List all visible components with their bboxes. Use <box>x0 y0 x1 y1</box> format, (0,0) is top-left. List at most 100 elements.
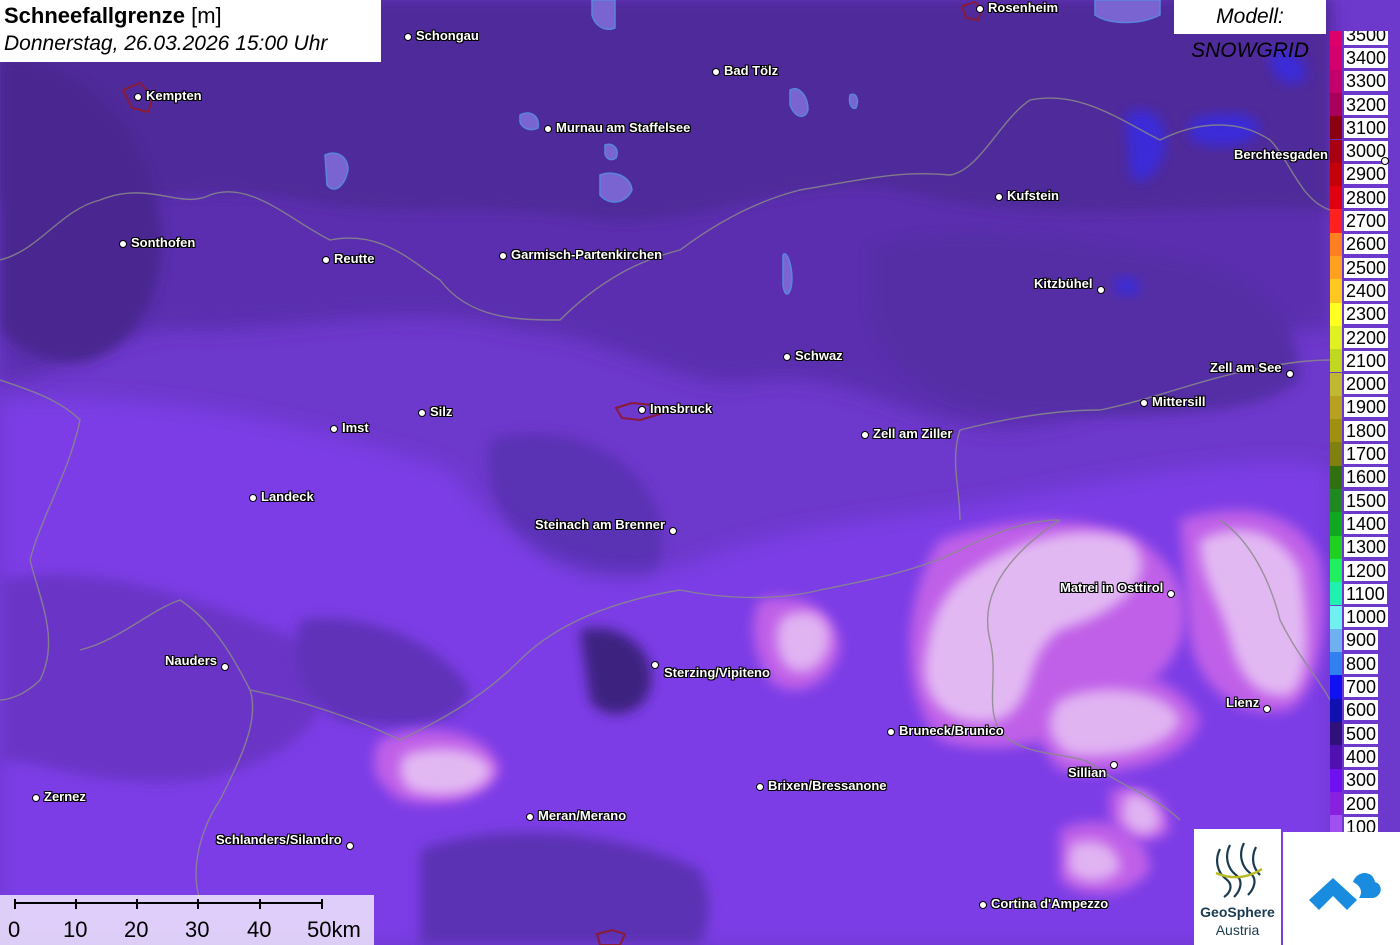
scale-tick: 40 <box>247 917 272 942</box>
legend-entry: 1600 <box>1328 465 1400 489</box>
city-label: Kufstein <box>1007 188 1059 203</box>
legend-swatch <box>1330 92 1342 117</box>
legend-entry: 1400 <box>1328 512 1400 536</box>
legend-label: 3400 <box>1344 47 1389 68</box>
legend-entry: 1900 <box>1328 395 1400 420</box>
legend-label: 2900 <box>1344 164 1389 185</box>
legend-swatch <box>1330 302 1342 326</box>
legend-entry: 2900 <box>1328 162 1400 187</box>
map-datetime: Donnerstag, 26.03.2026 15:00 Uhr <box>4 32 328 55</box>
city-marker[interactable] <box>1262 704 1271 713</box>
city-marker[interactable] <box>711 67 720 76</box>
city-label: Schlanders/Silandro <box>216 832 342 847</box>
city-label: Brixen/Bressanone <box>768 778 887 793</box>
city-marker[interactable] <box>668 526 677 535</box>
city-marker[interactable] <box>133 92 142 101</box>
city-marker[interactable] <box>1380 156 1389 165</box>
city-label: Steinach am Brenner <box>535 517 666 532</box>
city-marker[interactable] <box>1166 589 1175 598</box>
legend-entry: 500 <box>1328 722 1400 746</box>
legend-swatch <box>1330 442 1342 466</box>
city-marker[interactable] <box>994 192 1003 201</box>
map-title-panel: Schneefallgrenze [m] Donnerstag, 26.03.2… <box>0 0 381 62</box>
city-marker[interactable] <box>403 32 412 41</box>
legend-label: 200 <box>1344 793 1379 814</box>
city-label: Garmisch-Partenkirchen <box>511 247 663 262</box>
city-marker[interactable] <box>417 408 426 417</box>
legend-swatch <box>1330 69 1342 93</box>
legend-label: 500 <box>1344 723 1379 744</box>
city-marker[interactable] <box>886 727 895 736</box>
legend-entry: 800 <box>1328 652 1400 676</box>
legend-swatch <box>1330 279 1342 303</box>
legend-entry: 3500 <box>1328 31 1400 47</box>
city-marker[interactable] <box>650 660 659 669</box>
city-marker[interactable] <box>498 251 507 260</box>
city-marker[interactable] <box>637 405 646 414</box>
city-label: Innsbruck <box>650 401 713 416</box>
legend-label: 2400 <box>1344 280 1389 301</box>
legend-label: 700 <box>1344 677 1379 698</box>
legend-label: 2600 <box>1344 234 1389 255</box>
legend-label: 900 <box>1344 630 1379 651</box>
city-marker[interactable] <box>345 841 354 850</box>
city-marker[interactable] <box>31 793 40 802</box>
city-marker[interactable] <box>782 352 791 361</box>
legend-entry: 2800 <box>1328 186 1400 210</box>
city-label: Sterzing/Vipiteno <box>664 665 770 680</box>
city-marker[interactable] <box>1285 369 1294 378</box>
legend-swatch <box>1330 558 1342 583</box>
legend-label: 1400 <box>1344 513 1389 534</box>
city-marker[interactable] <box>755 782 764 791</box>
city-label: Zell am Ziller <box>873 426 953 441</box>
city-marker[interactable] <box>118 239 127 248</box>
legend-label: 600 <box>1344 700 1379 721</box>
legend-swatch <box>1330 139 1342 163</box>
scale-tick: 50km <box>307 917 361 942</box>
city-marker[interactable] <box>975 4 984 13</box>
legend-swatch <box>1330 489 1342 513</box>
legend-label: 3500 <box>1344 31 1389 45</box>
legend-swatch <box>1330 465 1342 489</box>
city-marker[interactable] <box>543 124 552 133</box>
legend-swatch <box>1330 768 1342 792</box>
city-label: Meran/Merano <box>538 808 627 823</box>
city-label: Bruneck/Brunico <box>899 723 1004 738</box>
legend-swatch <box>1330 31 1342 47</box>
legend-entry: 1700 <box>1328 442 1400 466</box>
city-marker[interactable] <box>1139 398 1148 407</box>
city-marker[interactable] <box>525 812 534 821</box>
legend-label: 1100 <box>1344 583 1387 604</box>
legend-swatch <box>1330 395 1342 420</box>
city-marker[interactable] <box>220 662 229 671</box>
city-marker[interactable] <box>248 493 257 502</box>
legend-swatch <box>1330 512 1342 536</box>
city-marker[interactable] <box>329 424 338 433</box>
city-marker[interactable] <box>860 430 869 439</box>
map-title: Schneefallgrenze [m] <box>4 2 377 30</box>
legend-swatch <box>1330 325 1342 350</box>
legend-swatch <box>1330 582 1342 606</box>
city-marker[interactable] <box>978 900 987 909</box>
legend-label: 1600 <box>1344 467 1389 488</box>
city-marker[interactable] <box>1109 760 1118 769</box>
city-label: Lienz <box>1226 695 1260 710</box>
legend-entry: 1200 <box>1328 558 1400 583</box>
cloud-arrow-icon <box>1309 873 1381 910</box>
geosphere-logo[interactable]: GeoSphere Austria <box>1194 829 1281 945</box>
legend-entry: 2400 <box>1328 279 1400 303</box>
legend-label: 1300 <box>1344 537 1389 558</box>
city-label: Matrei in Osttirol <box>1060 580 1164 595</box>
legend-entry: 300 <box>1328 768 1400 792</box>
legend-swatch <box>1330 116 1342 140</box>
city-label: Kitzbühel <box>1034 276 1093 291</box>
legend-entry: 600 <box>1328 698 1400 722</box>
city-label: Schongau <box>416 28 479 43</box>
legend-entry: 2500 <box>1328 256 1400 280</box>
city-marker[interactable] <box>1096 285 1105 294</box>
legend-entry: 1800 <box>1328 419 1400 443</box>
legend-swatch <box>1330 535 1342 559</box>
legend-swatch <box>1330 372 1342 396</box>
weather-app-logo[interactable] <box>1283 832 1400 945</box>
city-marker[interactable] <box>321 255 330 264</box>
